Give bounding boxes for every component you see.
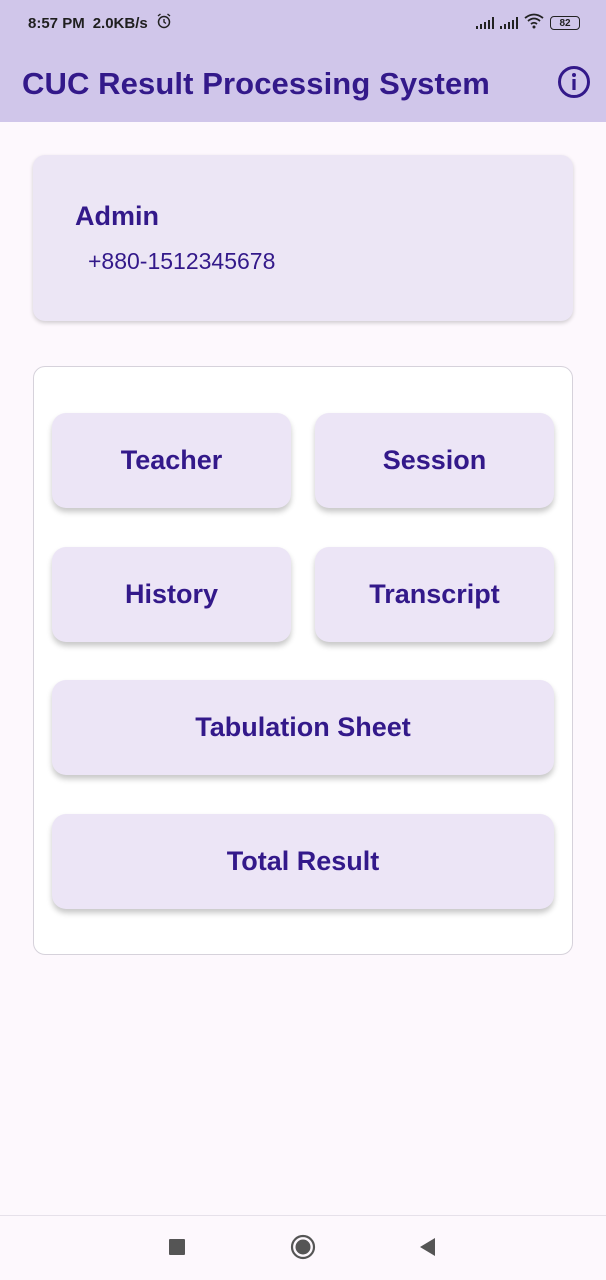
recents-square-icon (168, 1238, 186, 1261)
tabulation-sheet-button-label: Tabulation Sheet (195, 712, 411, 742)
home-button[interactable] (286, 1232, 320, 1266)
battery-icon: 82 (550, 16, 580, 30)
teacher-button[interactable]: Teacher (52, 413, 291, 508)
wifi-icon (524, 13, 544, 33)
history-button-label: History (124, 579, 219, 609)
back-button[interactable] (410, 1232, 444, 1266)
signal-icon (476, 17, 494, 29)
profile-name: Admin (75, 201, 159, 231)
profile-phone: +880-1512345678 (88, 248, 276, 274)
status-time: 8:57 PM (28, 14, 85, 32)
teacher-button-label: Teacher (120, 445, 223, 475)
info-icon (557, 65, 591, 104)
session-button-label: Session (382, 445, 487, 475)
transcript-button-label: Transcript (369, 579, 500, 609)
status-bar: 8:57 PM 2.0KB/s 82 (0, 0, 606, 46)
total-result-button-label: Total Result (226, 846, 380, 876)
tabulation-sheet-button[interactable]: Tabulation Sheet (52, 680, 554, 775)
status-right: 82 (476, 13, 580, 33)
app-title: CUC Result Processing System (22, 66, 490, 101)
alarm-icon (156, 13, 172, 33)
battery-level: 82 (559, 17, 571, 29)
profile-card: Admin +880-1512345678 (33, 155, 573, 321)
recents-button[interactable] (160, 1232, 194, 1266)
session-button[interactable]: Session (315, 413, 554, 508)
info-button[interactable] (556, 65, 592, 104)
total-result-button[interactable]: Total Result (52, 814, 554, 909)
signal-icon (500, 17, 518, 29)
history-button[interactable]: History (52, 547, 291, 642)
system-nav-bar (0, 1215, 606, 1280)
menu-card: Teacher Session History Transcript Tabul… (33, 366, 573, 955)
network-speed: 2.0KB/s (92, 14, 148, 32)
back-triangle-icon (418, 1237, 436, 1262)
status-left: 8:57 PM 2.0KB/s (28, 13, 172, 33)
home-circle-icon (290, 1234, 316, 1265)
app-bar: CUC Result Processing System (0, 46, 606, 122)
transcript-button[interactable]: Transcript (315, 547, 554, 642)
